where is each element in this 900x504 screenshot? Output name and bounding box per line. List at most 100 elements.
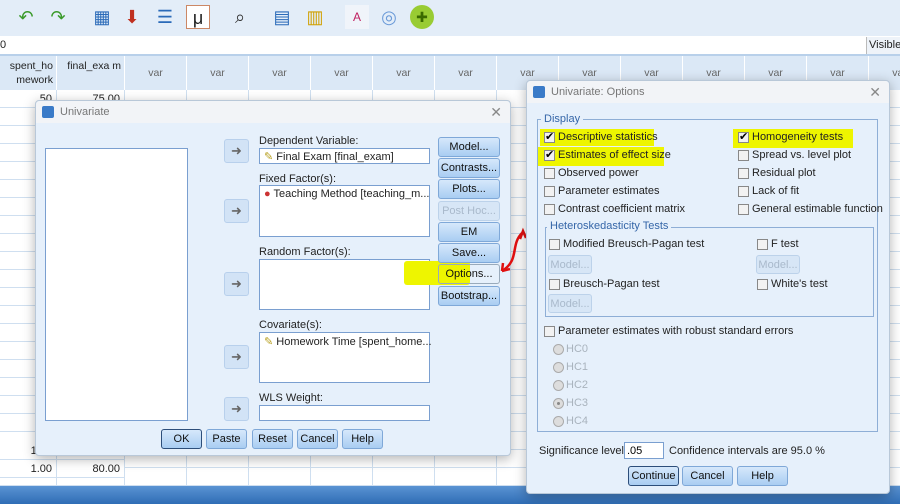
checkbox-label: Spread vs. level plot bbox=[752, 149, 852, 161]
grid-cell[interactable] bbox=[187, 468, 249, 486]
help-button[interactable]: Help bbox=[737, 466, 788, 486]
model-button[interactable]: Model... bbox=[438, 137, 500, 157]
dialog-title: Univariate: Options bbox=[551, 86, 645, 98]
column-header[interactable]: var bbox=[373, 56, 435, 90]
whites-test-label: White's test bbox=[771, 278, 828, 290]
hc-radio bbox=[553, 416, 564, 427]
cancel-button[interactable]: Cancel bbox=[682, 466, 733, 486]
observed-power-checkbox[interactable] bbox=[544, 168, 555, 179]
paste-button[interactable]: Paste bbox=[206, 429, 247, 449]
checkbox-label: Estimates of effect size bbox=[558, 149, 671, 161]
contrasts-button[interactable]: Contrasts... bbox=[438, 158, 500, 178]
hc-label: HC1 bbox=[566, 361, 589, 373]
covariate-item[interactable]: ✎ Homework Time [spent_home... bbox=[264, 335, 432, 348]
column-header[interactable]: var bbox=[187, 56, 249, 90]
find-icon[interactable]: ⌕ bbox=[228, 5, 252, 29]
title-bar: Univariate: Options ✕ bbox=[527, 81, 889, 103]
redo-icon[interactable]: ↷ bbox=[46, 5, 70, 29]
hc-label: HC3 bbox=[566, 397, 589, 409]
undo-icon[interactable]: ↶ bbox=[14, 5, 38, 29]
bp-checkbox[interactable] bbox=[549, 279, 560, 290]
source-variable-list[interactable] bbox=[45, 148, 188, 421]
move-dependent-arrow-icon[interactable]: ➜ bbox=[224, 139, 249, 163]
goto-variable-icon[interactable]: ⬇ bbox=[120, 5, 144, 29]
robust-se-label: Parameter estimates with robust standard… bbox=[558, 325, 794, 337]
residual-plot-checkbox[interactable] bbox=[738, 168, 749, 179]
value-labels-icon[interactable]: μ bbox=[186, 5, 210, 29]
select-cases-icon[interactable]: ▥ bbox=[303, 5, 327, 29]
dependent-label: Dependent Variable: bbox=[259, 135, 359, 147]
column-header[interactable]: var bbox=[125, 56, 187, 90]
close-icon[interactable]: ✕ bbox=[869, 81, 881, 103]
move-wls-arrow-icon[interactable]: ➜ bbox=[224, 397, 249, 421]
grid-cell[interactable] bbox=[125, 468, 187, 486]
spelling-icon[interactable]: ✚ bbox=[410, 5, 434, 29]
wls-weight-field[interactable] bbox=[259, 405, 430, 421]
robust-se-checkbox[interactable] bbox=[544, 326, 555, 337]
move-covariate-arrow-icon[interactable]: ➜ bbox=[224, 345, 249, 369]
dialog-title: Univariate bbox=[60, 106, 110, 118]
ok-button[interactable]: OK bbox=[161, 429, 202, 449]
split-file-icon[interactable]: ▤ bbox=[270, 5, 294, 29]
help-button[interactable]: Help bbox=[342, 429, 383, 449]
estimates-of-effect-size-checkbox[interactable] bbox=[544, 148, 555, 161]
covariate-label: Covariate(s): bbox=[259, 319, 322, 331]
reset-button[interactable]: Reset bbox=[252, 429, 293, 449]
grid-cell[interactable] bbox=[311, 468, 373, 486]
hc-radio bbox=[553, 398, 564, 409]
move-random-arrow-icon[interactable]: ➜ bbox=[224, 272, 249, 296]
nominal-icon: ● bbox=[264, 188, 271, 200]
homogeneity-tests-checkbox[interactable] bbox=[738, 130, 749, 143]
continue-button[interactable]: Continue bbox=[628, 466, 679, 486]
bp-label: Breusch-Pagan test bbox=[563, 278, 660, 290]
descriptive-statistics-checkbox[interactable] bbox=[544, 130, 555, 143]
heteroskedasticity-label: Heteroskedasticity Tests bbox=[547, 220, 672, 232]
fixed-factor-item[interactable]: ● Teaching Method [teaching_m... bbox=[264, 188, 429, 200]
goto-case-icon[interactable]: ▦ bbox=[90, 5, 114, 29]
column-header[interactable]: spent_ho mework bbox=[0, 56, 57, 90]
column-header[interactable]: var bbox=[311, 56, 373, 90]
modified-bp-model-button: Model... bbox=[548, 255, 592, 274]
contrast-coefficient-matrix-checkbox[interactable] bbox=[544, 204, 555, 215]
checkbox-label: Lack of fit bbox=[752, 185, 800, 197]
fixed-factor-list[interactable]: ● Teaching Method [teaching_m... bbox=[259, 185, 430, 237]
variables-icon[interactable]: ☰ bbox=[153, 5, 177, 29]
column-header[interactable]: final_exa m bbox=[57, 56, 125, 90]
f-test-model-button: Model... bbox=[756, 255, 800, 274]
hc-label: HC4 bbox=[566, 415, 589, 427]
grid-cell[interactable] bbox=[373, 468, 435, 486]
column-header[interactable]: var bbox=[249, 56, 311, 90]
grid-cell[interactable]: 80.00 bbox=[57, 460, 125, 478]
general-estimable-function-checkbox[interactable] bbox=[738, 204, 749, 215]
use-sets-icon[interactable]: ◎ bbox=[377, 5, 401, 29]
spread-vs-level-plot-checkbox[interactable] bbox=[738, 150, 749, 161]
grid-cell[interactable] bbox=[435, 468, 497, 486]
hc-radio bbox=[553, 362, 564, 373]
plots-button[interactable]: Plots... bbox=[438, 179, 500, 199]
whites-test-checkbox[interactable] bbox=[757, 279, 768, 290]
post-hoc-button: Post Hoc... bbox=[438, 201, 500, 221]
modified-bp-checkbox[interactable] bbox=[549, 239, 560, 250]
parameter-estimates-checkbox[interactable] bbox=[544, 186, 555, 197]
checkbox-label: Observed power bbox=[558, 167, 639, 179]
grid-cell[interactable] bbox=[249, 468, 311, 486]
checkbox-label: Parameter estimates bbox=[558, 185, 660, 197]
lack-of-fit-checkbox[interactable] bbox=[738, 186, 749, 197]
f-test-checkbox[interactable] bbox=[757, 239, 768, 250]
formula-bar: 0 Visible: bbox=[0, 36, 900, 56]
close-icon[interactable]: ✕ bbox=[490, 101, 502, 123]
univariate-dialog: Univariate ✕ ➜ ➜ ➜ ➜ ➜ Dependent Variable… bbox=[35, 100, 511, 456]
scale-icon: ✎ bbox=[264, 151, 274, 163]
weight-icon[interactable]: A bbox=[345, 5, 369, 29]
cancel-button[interactable]: Cancel bbox=[297, 429, 338, 449]
grid-cell[interactable]: 1.00 bbox=[0, 460, 57, 478]
dependent-field[interactable]: ✎ Final Exam [final_exam] bbox=[259, 148, 430, 164]
checkbox-label: Homogeneity tests bbox=[752, 131, 844, 143]
cell-value-input[interactable]: 0 bbox=[0, 39, 6, 51]
covariate-list[interactable]: ✎ Homework Time [spent_home... bbox=[259, 332, 432, 383]
column-header[interactable]: var bbox=[435, 56, 497, 90]
significance-input[interactable] bbox=[624, 442, 664, 459]
move-fixed-arrow-icon[interactable]: ➜ bbox=[224, 199, 249, 223]
checkbox-label: General estimable function bbox=[752, 203, 883, 215]
bootstrap-button[interactable]: Bootstrap... bbox=[438, 286, 500, 306]
